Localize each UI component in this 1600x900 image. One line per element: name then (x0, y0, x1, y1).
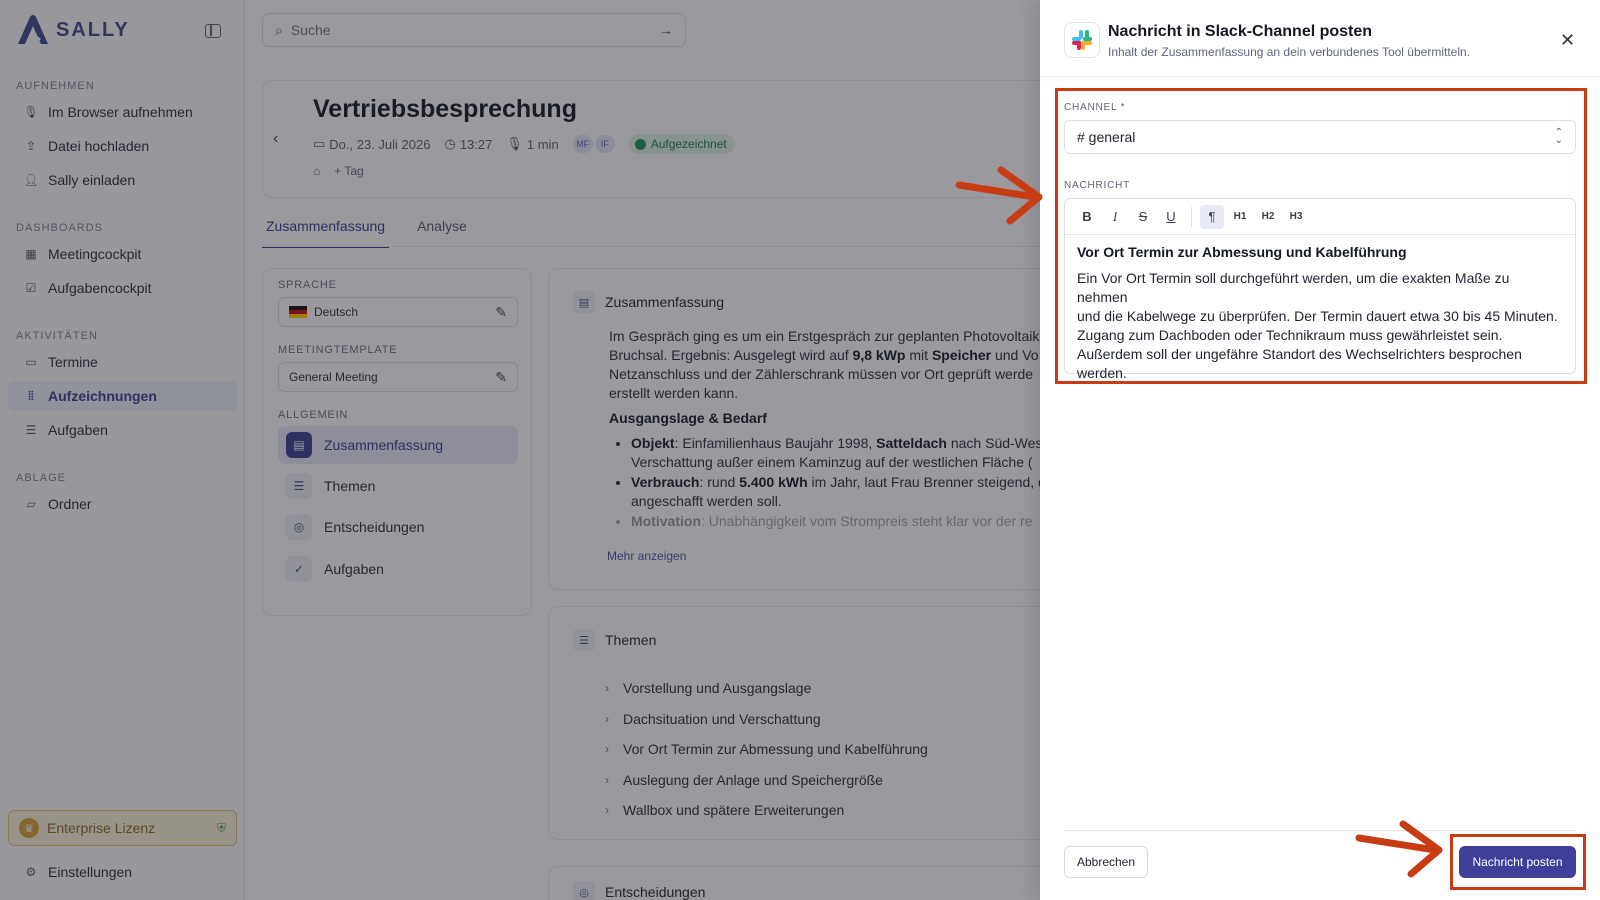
close-icon[interactable]: ✕ (1560, 30, 1575, 51)
footer-divider (1064, 830, 1576, 831)
drawer-subtitle: Inhalt der Zusammenfassung an dein verbu… (1108, 45, 1470, 59)
slack-icon (1064, 22, 1100, 58)
annotation-arrow-icon (1355, 820, 1443, 878)
highlight-box-form (1055, 88, 1587, 384)
highlight-box-submit (1450, 834, 1586, 890)
annotation-arrow-icon (955, 166, 1043, 225)
modal-backdrop[interactable] (0, 0, 1040, 900)
drawer-divider (1040, 76, 1600, 77)
cancel-button[interactable]: Abbrechen (1064, 846, 1148, 878)
drawer-title: Nachricht in Slack-Channel posten (1108, 23, 1373, 40)
